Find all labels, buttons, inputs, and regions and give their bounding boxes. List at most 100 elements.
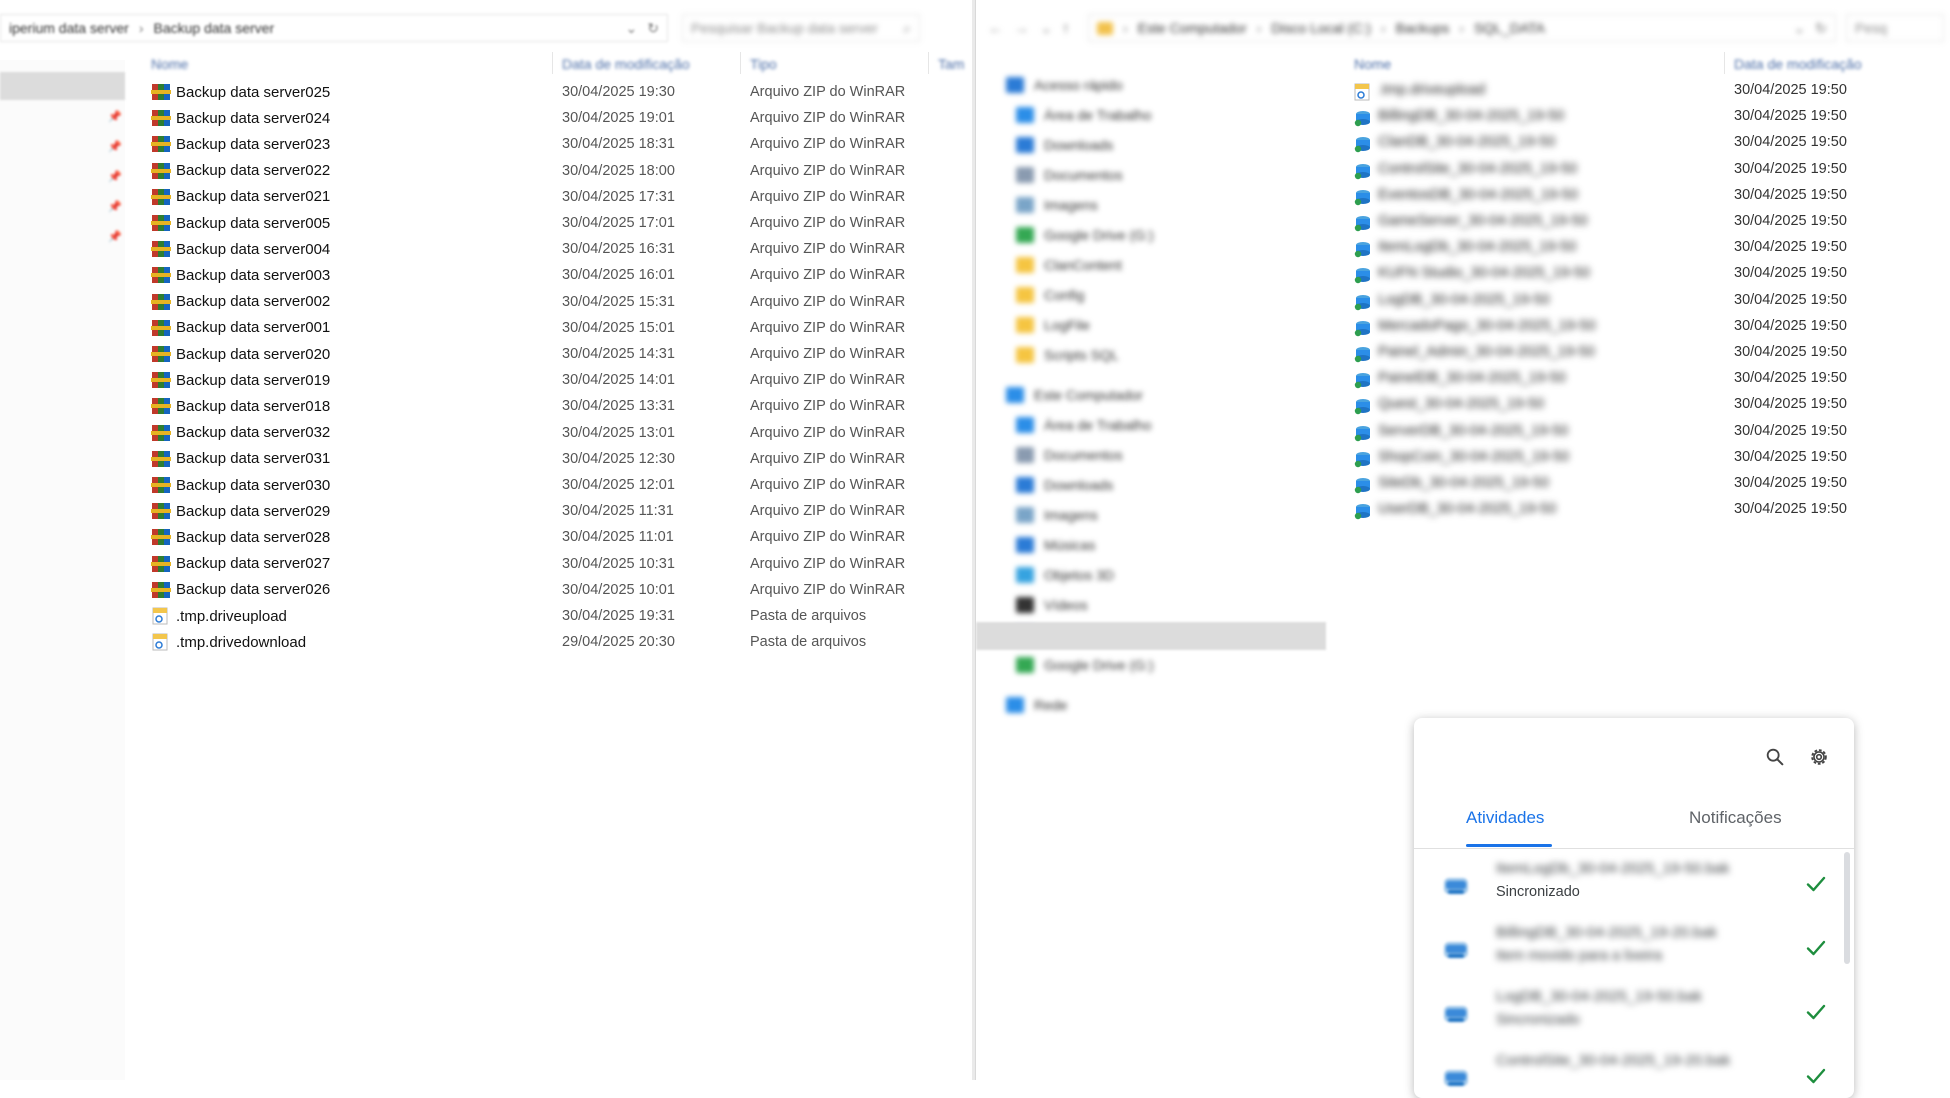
nav-item[interactable]: Documentos (976, 441, 1366, 469)
file-row[interactable]: Painel_Admin_30-04-2025_19-50 30/04/2025… (1354, 341, 1944, 367)
breadcrumb-item[interactable]: iperium data server (9, 20, 129, 36)
popup-scrollbar[interactable] (1844, 852, 1850, 964)
file-row[interactable]: KUFN Studio_30-04-2025_19-50 30/04/2025 … (1354, 262, 1944, 288)
file-row[interactable]: LogDB_30-04-2025_19-50 30/04/2025 19:50 (1354, 289, 1944, 315)
file-row[interactable]: Backup data server020 30/04/2025 14:31 A… (0, 341, 972, 367)
file-row[interactable]: .tmp.drivedownload 29/04/2025 20:30 Past… (0, 629, 972, 655)
file-row[interactable]: SiteDb_30-04-2025_19-50 30/04/2025 19:50 (1354, 472, 1944, 498)
file-row[interactable]: MercadoPago_30-04-2025_19-50 30/04/2025 … (1354, 315, 1944, 341)
file-row[interactable]: EventosDB_30-04-2025_19-50 30/04/2025 19… (1354, 184, 1944, 210)
nav-item[interactable]: Config (976, 281, 1366, 309)
nav-item[interactable]: Downloads (976, 471, 1366, 499)
file-row[interactable]: Backup data server026 30/04/2025 10:01 A… (0, 577, 972, 603)
column-header-name[interactable]: Nome (151, 56, 188, 72)
column-separator[interactable] (1724, 52, 1725, 74)
refresh-icon[interactable]: ↻ (647, 20, 659, 37)
right-nav-selected-item[interactable] (976, 622, 1326, 650)
file-row[interactable]: UserDB_30-04-2025_19-50 30/04/2025 19:50 (1354, 498, 1944, 524)
file-row[interactable]: Backup data server003 30/04/2025 16:01 A… (0, 262, 972, 288)
right-address-bar[interactable]: › Este Computador › Disco Local (C:) › B… (1088, 14, 1836, 42)
nav-item[interactable]: Rede (976, 691, 1356, 719)
nav-item-icon (1016, 597, 1034, 613)
file-row[interactable]: Backup data server032 30/04/2025 13:01 A… (0, 420, 972, 446)
nav-item[interactable]: ClanContent (976, 251, 1366, 279)
column-header-type[interactable]: Tipo (750, 56, 777, 72)
file-row[interactable]: Backup data server029 30/04/2025 11:31 A… (0, 498, 972, 524)
breadcrumb-item[interactable]: Backups (1396, 20, 1450, 36)
column-header-name[interactable]: Nome (1354, 56, 1391, 72)
nav-item[interactable]: Imagens (976, 501, 1366, 529)
nav-item[interactable]: LogFile (976, 311, 1366, 339)
file-row[interactable]: Quest_30-04-2025_19-50 30/04/2025 19:50 (1354, 393, 1944, 419)
nav-item[interactable]: Google Drive (G:) (976, 651, 1366, 679)
up-arrow-icon[interactable]: ↑ (1062, 20, 1088, 37)
file-row[interactable]: .tmp.driveupload 30/04/2025 19:31 Pasta … (0, 603, 972, 629)
chevron-down-icon[interactable]: ⌄ (1040, 19, 1062, 37)
chevron-down-icon[interactable]: ⌄ (626, 20, 638, 37)
file-row[interactable]: Backup data server004 30/04/2025 16:31 A… (0, 236, 972, 262)
column-separator[interactable] (552, 52, 553, 74)
left-address-bar[interactable]: iperium data server › Backup data server… (0, 14, 668, 42)
file-row[interactable]: Backup data server027 30/04/2025 10:31 A… (0, 551, 972, 577)
breadcrumb-item[interactable]: Este Computador (1138, 20, 1247, 36)
activity-item[interactable]: ControlSite_30-04-2025_19-20.bak (1414, 1046, 1854, 1098)
column-header-date[interactable]: Data de modificação (562, 56, 690, 72)
tab-notificacoes[interactable]: Notificações (1689, 808, 1782, 828)
column-header-date[interactable]: Data de modificação (1734, 56, 1862, 72)
nav-item[interactable]: Downloads (976, 131, 1366, 159)
file-row[interactable]: Backup data server022 30/04/2025 18:00 A… (0, 158, 972, 184)
file-row[interactable]: Backup data server025 30/04/2025 19:30 A… (0, 79, 972, 105)
file-row[interactable]: ClanDB_30-04-2025_19-50 30/04/2025 19:50 (1354, 131, 1944, 157)
nav-item[interactable]: Documentos (976, 161, 1366, 189)
column-separator[interactable] (928, 52, 929, 74)
breadcrumb-item[interactable]: Backup data server (154, 20, 275, 36)
file-row[interactable]: Backup data server030 30/04/2025 12:01 A… (0, 472, 972, 498)
tab-atividades[interactable]: Atividades (1466, 808, 1544, 828)
file-row[interactable]: GameServer_30-04-2025_19-50 30/04/2025 1… (1354, 210, 1944, 236)
file-row[interactable]: Backup data server031 30/04/2025 12:30 A… (0, 446, 972, 472)
activity-item[interactable]: ItemLogDb_30-04-2025_19-50.bak Sincroniz… (1414, 854, 1854, 918)
file-row[interactable]: Backup data server005 30/04/2025 17:01 A… (0, 210, 972, 236)
nav-item[interactable]: Área de Trabalho (976, 101, 1366, 129)
forward-arrow-icon[interactable]: → (1014, 20, 1040, 37)
right-search-box[interactable]: Pesq (1846, 14, 1944, 42)
gear-icon[interactable] (1808, 746, 1830, 768)
nav-item[interactable]: Acesso rápido (976, 71, 1356, 99)
nav-item[interactable]: Imagens (976, 191, 1366, 219)
file-row[interactable]: Backup data server023 30/04/2025 18:31 A… (0, 131, 972, 157)
file-row[interactable]: Backup data server024 30/04/2025 19:01 A… (0, 105, 972, 131)
file-row[interactable]: Backup data server028 30/04/2025 11:01 A… (0, 524, 972, 550)
nav-item[interactable]: Área de Trabalho (976, 411, 1366, 439)
breadcrumb-item[interactable]: SQL_DATA (1474, 20, 1545, 36)
file-type: Arquivo ZIP do WinRAR (750, 241, 906, 258)
file-row[interactable]: ItemLogDb_30-04-2025_19-50 30/04/2025 19… (1354, 236, 1944, 262)
chevron-down-icon[interactable]: ⌄ (1794, 20, 1806, 37)
nav-item[interactable]: Músicas (976, 531, 1366, 559)
search-icon[interactable] (1764, 746, 1786, 768)
file-row[interactable]: Backup data server001 30/04/2025 15:01 A… (0, 315, 972, 341)
breadcrumb-item[interactable]: Disco Local (C:) (1271, 20, 1371, 36)
column-header-size[interactable]: Tam (938, 56, 964, 72)
back-arrow-icon[interactable]: ← (988, 20, 1014, 37)
nav-item[interactable]: Objetos 3D (976, 561, 1366, 589)
file-row[interactable]: BillingDB_30-04-2025_19-50 30/04/2025 19… (1354, 105, 1944, 131)
nav-item[interactable]: Scripts SQL (976, 341, 1366, 369)
activity-item[interactable]: BillingDB_30-04-2025_19-20.bak Item movi… (1414, 918, 1854, 982)
sql-backup-file-icon (1354, 450, 1372, 468)
refresh-icon[interactable]: ↻ (1815, 20, 1827, 37)
file-row[interactable]: Backup data server019 30/04/2025 14:01 A… (0, 367, 972, 393)
nav-item[interactable]: Google Drive (G:) (976, 221, 1366, 249)
nav-item[interactable]: Vídeos (976, 591, 1366, 619)
nav-item[interactable]: Este Computador (976, 381, 1356, 409)
file-row[interactable]: .tmp.driveupload 30/04/2025 19:50 (1354, 79, 1944, 105)
left-search-box[interactable]: Pesquisar Backup data server ⌕ (682, 14, 920, 42)
file-row[interactable]: ShopCoin_30-04-2025_19-50 30/04/2025 19:… (1354, 446, 1944, 472)
activity-item[interactable]: LogDB_30-04-2025_19-50.bak Sincronizado (1414, 982, 1854, 1046)
file-row[interactable]: PainelDB_30-04-2025_19-50 30/04/2025 19:… (1354, 367, 1944, 393)
column-separator[interactable] (740, 52, 741, 74)
file-row[interactable]: Backup data server021 30/04/2025 17:31 A… (0, 184, 972, 210)
file-row[interactable]: ControlSite_30-04-2025_19-50 30/04/2025 … (1354, 158, 1944, 184)
file-row[interactable]: ServerDB_30-04-2025_19-50 30/04/2025 19:… (1354, 420, 1944, 446)
file-row[interactable]: Backup data server002 30/04/2025 15:31 A… (0, 289, 972, 315)
file-row[interactable]: Backup data server018 30/04/2025 13:31 A… (0, 393, 972, 419)
